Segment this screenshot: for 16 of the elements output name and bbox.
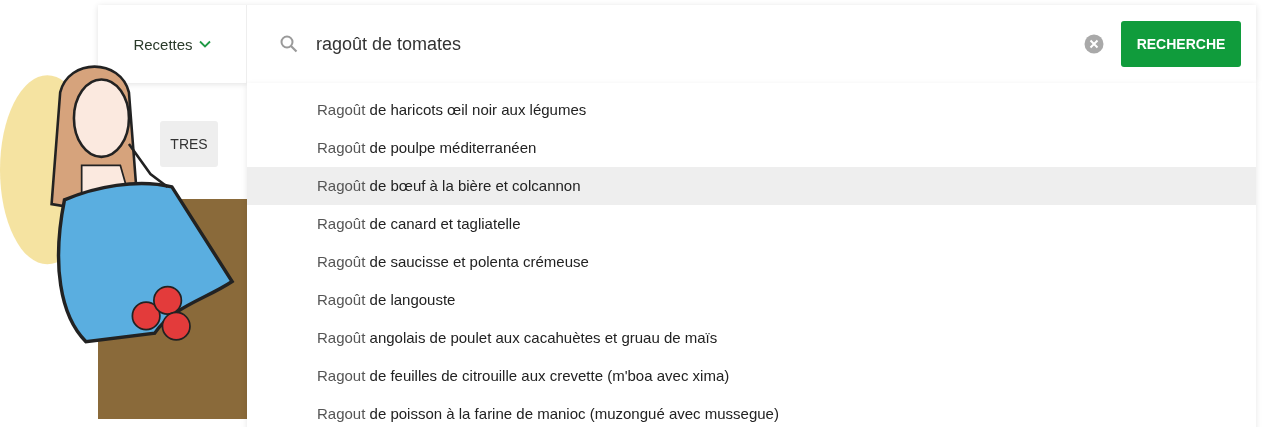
clear-icon[interactable] bbox=[1084, 34, 1104, 54]
suggestion-item[interactable]: Ragoût de bœuf à la bière et colcannon bbox=[247, 167, 1256, 205]
suggestion-item[interactable]: Ragout de feuilles de citrouille aux crevette (m'boa avec xima) bbox=[247, 357, 1256, 395]
suggestion-item[interactable]: Ragoût angolais de poulet aux cacahuètes et gruau de maïs bbox=[247, 319, 1256, 357]
suggestion-item[interactable]: Ragoût de saucisse et polenta crémeuse bbox=[247, 243, 1256, 281]
category-dropdown[interactable]: Recettes bbox=[98, 5, 247, 83]
suggestion-item[interactable]: Ragoût de canard et tagliatelle bbox=[247, 205, 1256, 243]
search-field[interactable]: ragoût de tomates bbox=[316, 33, 1074, 55]
chevron-down-icon bbox=[198, 40, 211, 48]
suggestion-item[interactable]: Ragoût de poulpe méditerranéen bbox=[247, 129, 1256, 167]
suggestion-item[interactable]: Ragoût de langouste bbox=[247, 281, 1256, 319]
suggestion-item[interactable]: Ragout de poisson à la farine de manioc (muzongué avec mussegue) bbox=[247, 395, 1256, 427]
filter-button[interactable]: TRES bbox=[160, 121, 218, 167]
search-icon bbox=[280, 35, 298, 53]
suggestion-item[interactable]: Ragoût de haricots œil noir aux légumes bbox=[247, 91, 1256, 129]
search-button[interactable]: RECHERCHE bbox=[1121, 21, 1241, 67]
